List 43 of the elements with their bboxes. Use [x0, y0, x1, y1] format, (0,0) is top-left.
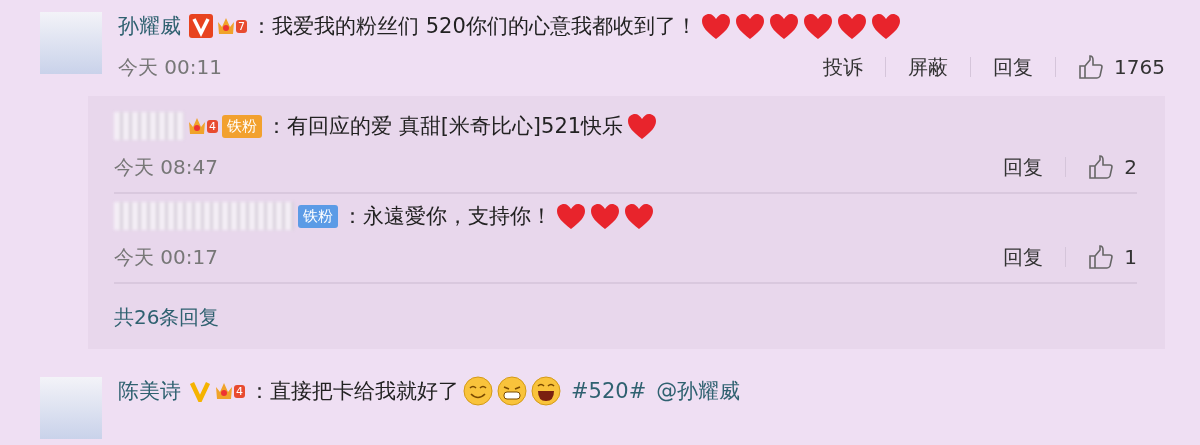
laughing-face-emoji-icon — [531, 376, 561, 406]
thumbs-up-icon[interactable] — [1078, 54, 1105, 80]
crown-level-badge: 4 — [188, 116, 218, 136]
heart-emoji-icon — [590, 202, 620, 230]
comment-text: ：我爱我的粉丝们 520你们的心意我都收到了！ — [251, 13, 697, 40]
action-link[interactable]: 投诉 — [823, 53, 864, 81]
timestamp: 今天 08:47 — [114, 153, 218, 181]
crown-level-badge: 4 — [215, 381, 245, 401]
fan-badge: 铁粉 — [298, 204, 338, 228]
heart-emoji-icon — [870, 12, 901, 40]
laughing-face-emoji-icon — [497, 376, 527, 406]
heart-emoji-icon — [700, 12, 731, 40]
heart-emoji-icon — [556, 202, 586, 230]
heart-emoji-icon — [768, 12, 799, 40]
topic-link[interactable]: #520# — [571, 379, 647, 403]
user-name[interactable]: 孙耀威 — [118, 12, 181, 40]
avatar-photo-placeholder — [40, 12, 102, 74]
fan-badge: 铁粉 — [222, 114, 262, 138]
topic-link[interactable]: @孙耀威 — [656, 377, 741, 405]
more-replies-link[interactable]: 共26条回复 — [114, 284, 1137, 339]
reply-text: ：永遠愛你，支持你！ — [342, 203, 552, 230]
reply-text: ：有回应的爱 真甜[米奇比心]521快乐 — [266, 113, 624, 140]
heart-emoji-icon — [802, 12, 833, 40]
avatar-photo-placeholder — [40, 377, 102, 439]
timestamp: 今天 00:17 — [114, 243, 218, 271]
reply-link[interactable]: 回复 — [993, 53, 1034, 81]
heart-emoji-icon — [836, 12, 867, 40]
user-name[interactable]: 陈美诗 — [118, 377, 181, 405]
crown-level-badge: 7 — [217, 16, 247, 36]
timestamp: 今天 00:11 — [118, 53, 222, 81]
laughing-face-emoji-icon — [463, 376, 493, 406]
heart-emoji-icon — [627, 112, 658, 140]
thumbs-up-icon[interactable] — [1088, 154, 1115, 180]
action-link[interactable]: 屏蔽 — [908, 53, 949, 81]
reply-link[interactable]: 回复 — [1003, 153, 1044, 181]
heart-emoji-icon — [734, 12, 765, 40]
reply-link[interactable]: 回复 — [1003, 243, 1044, 271]
like-count: 2 — [1124, 155, 1137, 179]
like-count: 1765 — [1114, 55, 1165, 79]
comment-text: ：直接把卡给我就好了 — [249, 378, 459, 405]
heart-emoji-icon — [624, 202, 654, 230]
thumbs-up-icon[interactable] — [1088, 244, 1115, 270]
like-count: 1 — [1124, 245, 1137, 269]
